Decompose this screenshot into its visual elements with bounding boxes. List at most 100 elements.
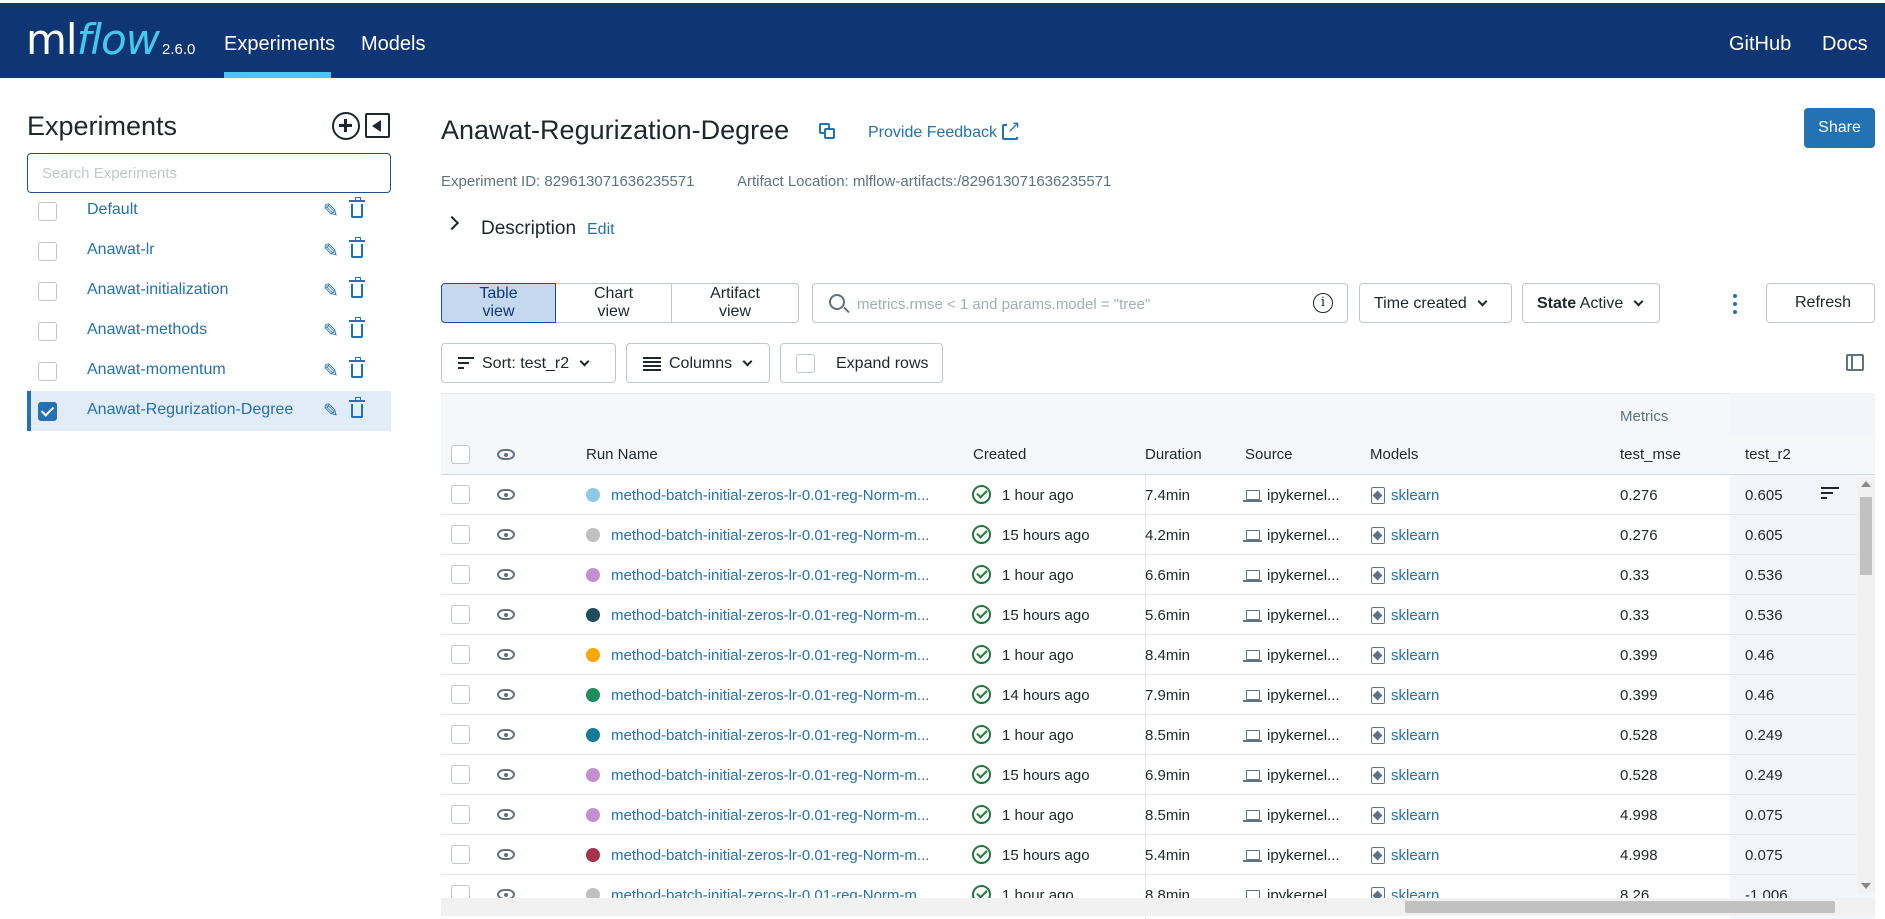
run-search-input[interactable] — [857, 292, 1297, 316]
collapse-sidebar-icon[interactable] — [365, 113, 390, 138]
scroll-up-icon[interactable] — [1861, 481, 1871, 487]
run-name-link[interactable]: method-batch-initial-zeros-lr-0.01-reg-N… — [611, 727, 929, 744]
eye-icon[interactable] — [497, 609, 515, 620]
model-link[interactable]: sklearn — [1391, 767, 1439, 784]
row-checkbox[interactable] — [451, 805, 470, 824]
run-color-dot[interactable] — [586, 728, 600, 742]
scroll-down-icon[interactable] — [1861, 883, 1871, 889]
run-name-link[interactable]: method-batch-initial-zeros-lr-0.01-reg-N… — [611, 527, 929, 544]
eye-icon[interactable] — [497, 449, 515, 460]
chart-view-button[interactable]: Chart view — [555, 283, 672, 323]
header-models[interactable]: Models — [1370, 446, 1418, 463]
model-link[interactable]: sklearn — [1391, 687, 1439, 704]
columns-dropdown[interactable]: Columns — [626, 343, 770, 383]
experiment-item[interactable]: Default ✎ — [27, 191, 391, 231]
table-row[interactable]: method-batch-initial-zeros-lr-0.01-reg-N… — [441, 595, 1875, 635]
pencil-icon[interactable]: ✎ — [323, 280, 339, 303]
trash-icon[interactable] — [349, 197, 365, 218]
source-cell[interactable]: ipykernel... — [1267, 527, 1340, 544]
row-checkbox[interactable] — [451, 645, 470, 664]
table-row[interactable]: method-batch-initial-zeros-lr-0.01-reg-N… — [441, 555, 1875, 595]
pencil-icon[interactable]: ✎ — [323, 400, 339, 423]
run-color-dot[interactable] — [586, 488, 600, 502]
table-row[interactable]: method-batch-initial-zeros-lr-0.01-reg-N… — [441, 635, 1875, 675]
row-checkbox[interactable] — [451, 565, 470, 584]
nav-experiments[interactable]: Experiments — [224, 33, 335, 56]
source-cell[interactable]: ipykernel... — [1267, 767, 1340, 784]
eye-icon[interactable] — [497, 529, 515, 540]
experiment-name[interactable]: Anawat-momentum — [87, 361, 226, 379]
experiment-checkbox[interactable] — [38, 402, 57, 421]
model-link[interactable]: sklearn — [1391, 527, 1439, 544]
description-label[interactable]: Description — [481, 218, 576, 240]
experiment-item[interactable]: Anawat-lr ✎ — [27, 231, 391, 271]
row-checkbox[interactable] — [451, 605, 470, 624]
table-row[interactable]: method-batch-initial-zeros-lr-0.01-reg-N… — [441, 835, 1875, 875]
run-color-dot[interactable] — [586, 528, 600, 542]
eye-icon[interactable] — [497, 489, 515, 500]
model-link[interactable]: sklearn — [1391, 607, 1439, 624]
run-name-link[interactable]: method-batch-initial-zeros-lr-0.01-reg-N… — [611, 647, 929, 664]
run-color-dot[interactable] — [586, 768, 600, 782]
eye-icon[interactable] — [497, 769, 515, 780]
trash-icon[interactable] — [349, 237, 365, 258]
pencil-icon[interactable]: ✎ — [323, 200, 339, 223]
source-cell[interactable]: ipykernel... — [1267, 687, 1340, 704]
trash-icon[interactable] — [349, 357, 365, 378]
chevron-right-icon[interactable] — [444, 215, 460, 231]
experiment-checkbox[interactable] — [38, 282, 57, 301]
experiment-item[interactable]: Anawat-Regurization-Degree ✎ — [27, 391, 391, 431]
info-icon[interactable]: i — [1313, 293, 1333, 313]
trash-icon[interactable] — [349, 277, 365, 298]
table-view-button[interactable]: Table view — [441, 283, 556, 323]
state-dropdown[interactable]: State Active — [1522, 283, 1660, 323]
run-color-dot[interactable] — [586, 688, 600, 702]
run-color-dot[interactable] — [586, 608, 600, 622]
row-checkbox[interactable] — [451, 845, 470, 864]
row-checkbox[interactable] — [451, 525, 470, 544]
model-link[interactable]: sklearn — [1391, 847, 1439, 864]
share-button[interactable]: Share — [1804, 108, 1875, 148]
run-name-link[interactable]: method-batch-initial-zeros-lr-0.01-reg-N… — [611, 487, 929, 504]
row-checkbox[interactable] — [451, 725, 470, 744]
source-cell[interactable]: ipykernel... — [1267, 647, 1340, 664]
run-color-dot[interactable] — [586, 808, 600, 822]
run-color-dot[interactable] — [586, 848, 600, 862]
vertical-scrollbar[interactable] — [1857, 477, 1875, 893]
run-color-dot[interactable] — [586, 568, 600, 582]
row-checkbox[interactable] — [451, 685, 470, 704]
pencil-icon[interactable]: ✎ — [323, 360, 339, 383]
experiment-checkbox[interactable] — [38, 362, 57, 381]
horizontal-scrollbar[interactable] — [441, 898, 1875, 916]
scroll-thumb[interactable] — [1860, 497, 1872, 575]
experiment-name[interactable]: Anawat-lr — [87, 241, 155, 259]
nav-models[interactable]: Models — [361, 33, 425, 56]
run-name-link[interactable]: method-batch-initial-zeros-lr-0.01-reg-N… — [611, 847, 929, 864]
eye-icon[interactable] — [497, 809, 515, 820]
nav-docs[interactable]: Docs — [1822, 33, 1868, 56]
eye-icon[interactable] — [497, 689, 515, 700]
external-link-icon[interactable] — [1002, 117, 1021, 140]
source-cell[interactable]: ipykernel... — [1267, 727, 1340, 744]
header-duration[interactable]: Duration — [1145, 446, 1202, 463]
run-name-link[interactable]: method-batch-initial-zeros-lr-0.01-reg-N… — [611, 567, 929, 584]
table-row[interactable]: method-batch-initial-zeros-lr-0.01-reg-N… — [441, 515, 1875, 555]
model-link[interactable]: sklearn — [1391, 807, 1439, 824]
table-row[interactable]: method-batch-initial-zeros-lr-0.01-reg-N… — [441, 675, 1875, 715]
row-checkbox[interactable] — [451, 765, 470, 784]
eye-icon[interactable] — [497, 849, 515, 860]
source-cell[interactable]: ipykernel... — [1267, 807, 1340, 824]
artifact-view-button[interactable]: Artifact view — [671, 283, 799, 323]
description-edit-link[interactable]: Edit — [587, 221, 615, 239]
expand-rows-checkbox[interactable] — [796, 354, 815, 373]
experiment-item[interactable]: Anawat-methods ✎ — [27, 311, 391, 351]
run-name-link[interactable]: method-batch-initial-zeros-lr-0.01-reg-N… — [611, 607, 929, 624]
experiment-name[interactable]: Anawat-initialization — [87, 281, 228, 299]
source-cell[interactable]: ipykernel... — [1267, 487, 1340, 504]
row-checkbox[interactable] — [451, 485, 470, 504]
model-link[interactable]: sklearn — [1391, 727, 1439, 744]
pencil-icon[interactable]: ✎ — [323, 320, 339, 343]
table-row[interactable]: method-batch-initial-zeros-lr-0.01-reg-N… — [441, 715, 1875, 755]
eye-icon[interactable] — [497, 649, 515, 660]
expand-rows-toggle[interactable]: Expand rows — [780, 343, 943, 383]
